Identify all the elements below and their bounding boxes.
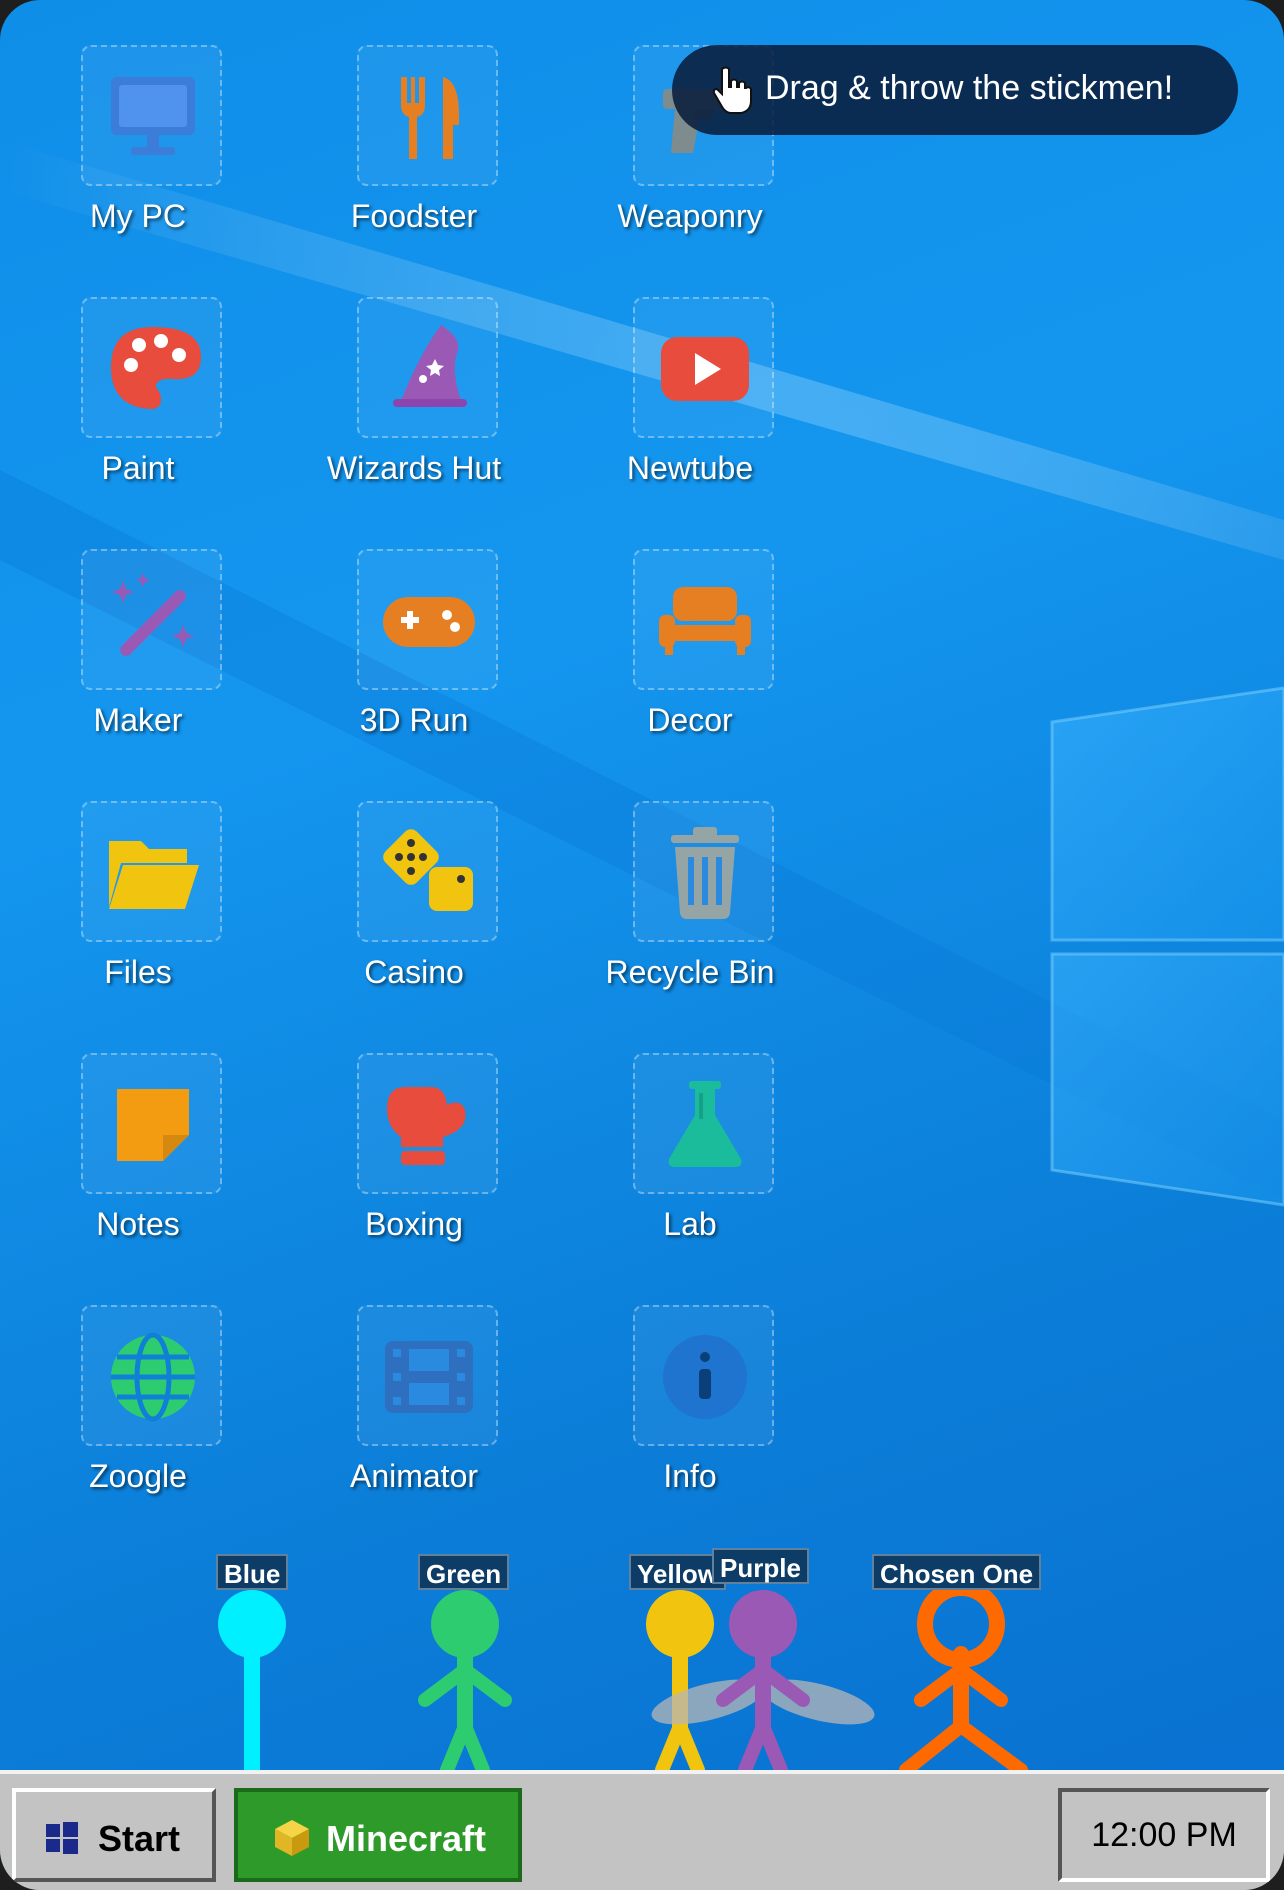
desktop-icon-maker[interactable]: Maker [0,504,276,756]
drag-hint-toast: Drag & throw the stickmen! [672,45,1238,135]
flask-icon [668,1081,742,1167]
globe-icon [111,1332,195,1422]
desktop-icon-files[interactable]: Files [0,756,276,1008]
icon-frame [633,1053,774,1194]
desktop-icon-recycle-bin[interactable]: Recycle Bin [552,756,828,1008]
desktop-icon-label: Info [663,1458,717,1494]
icon-frame [81,549,222,690]
desktop-icon-info[interactable]: Info [552,1260,828,1512]
desktop-icon-foodster[interactable]: Foodster [276,0,552,252]
desktop-icon-label: Paint [101,450,175,486]
wizard-hat-icon [393,325,467,407]
desktop-icon-label: Wizards Hut [326,450,502,486]
youtube-play-icon [661,337,749,401]
desktop-icon-label: Decor [647,702,733,738]
sticky-note-icon [117,1089,189,1161]
info-icon [663,1335,747,1419]
couch-icon [659,587,751,655]
desktop-icon-label: Lab [663,1206,717,1242]
desktop-icon-label: Zoogle [89,1458,187,1494]
trash-icon [671,827,739,919]
icon-frame [81,1305,222,1446]
stickman-chosen-one[interactable] [899,1580,1028,1777]
desktop-icon-notes[interactable]: Notes [0,1008,276,1260]
icon-frame [357,1053,498,1194]
film-icon [385,1341,473,1413]
desktop-icon-label: Animator [349,1458,479,1494]
stickman-yellow[interactable] [646,1590,714,1777]
stickman-name-tag: Green [418,1554,510,1590]
desktop-icon-label: Files [104,954,172,990]
taskbar: Start Minecraft 12:00 PM [0,1770,1284,1890]
palette-icon [111,327,201,409]
desktop-icon-boxing[interactable]: Boxing [276,1008,552,1260]
icon-frame [357,801,498,942]
desktop-icon-label: Recycle Bin [605,954,775,990]
folder-open-icon [109,841,199,909]
minecraft-taskbar-button[interactable]: Minecraft [234,1788,522,1882]
gamepad-icon [383,597,475,647]
stickman-blue[interactable] [218,1590,286,1778]
icon-frame [357,297,498,438]
desktop-icon-animator[interactable]: Animator [276,1260,552,1512]
desktop-icon-3d-run[interactable]: 3D Run [276,504,552,756]
taskbar-clock: 12:00 PM [1058,1788,1270,1882]
hand-pointer-icon [712,66,752,114]
icon-frame [81,801,222,942]
desktop-icon-label: 3D Run [359,702,469,738]
fork-knife-icon [401,77,459,159]
windows-logo-icon [46,1822,78,1854]
desktop-icon-casino[interactable]: Casino [276,756,552,1008]
stickman-name-tag: Blue [216,1554,289,1590]
desktop-icon-label: Weaponry [617,198,763,234]
desktop-icon-label: My PC [90,198,186,234]
desktop: My PC Foodster Weaponry Paint Wizards Hut New… [0,0,1284,1890]
icon-frame [81,45,222,186]
monitor-icon [111,77,195,155]
stickmen-area [218,1580,1028,1778]
desktop-icon-label: Notes [96,1206,180,1242]
desktop-icon-newtube[interactable]: Newtube [552,252,828,504]
icon-frame [633,1305,774,1446]
icon-frame [633,297,774,438]
desktop-icon-label: Newtube [626,450,754,486]
icon-frame [633,801,774,942]
cube-icon [275,1820,309,1856]
stickman-name-tag: Chosen One [872,1554,1042,1590]
icon-frame [357,549,498,690]
desktop-icon-my-pc[interactable]: My PC [0,0,276,252]
desktop-icon-label: Casino [364,954,464,990]
icon-frame [357,45,498,186]
icon-frame [81,297,222,438]
icon-frame [633,549,774,690]
desktop-icon-wizards-hut[interactable]: Wizards Hut [276,252,552,504]
desktop-icon-zoogle[interactable]: Zoogle [0,1260,276,1512]
icon-frame [357,1305,498,1446]
minecraft-label: Minecraft [326,1818,487,1859]
drag-hint-text: Drag & throw the stickmen! [765,69,1174,107]
stickman-name-tag: Purple [712,1548,809,1584]
magic-wand-icon [112,573,194,656]
desktop-icon-lab[interactable]: Lab [552,1008,828,1260]
desktop-icon-decor[interactable]: Decor [552,504,828,756]
desktop-icon-paint[interactable]: Paint [0,252,276,504]
desktop-icon-label: Boxing [365,1206,463,1242]
boxing-glove-icon [387,1087,466,1165]
icon-frame [81,1053,222,1194]
desktop-icon-label: Maker [93,702,183,738]
desktop-icon-label: Foodster [350,198,478,234]
dice-icon [383,829,473,911]
start-button[interactable]: Start [12,1788,216,1882]
start-label: Start [98,1818,181,1859]
stickman-green[interactable] [418,1590,512,1777]
